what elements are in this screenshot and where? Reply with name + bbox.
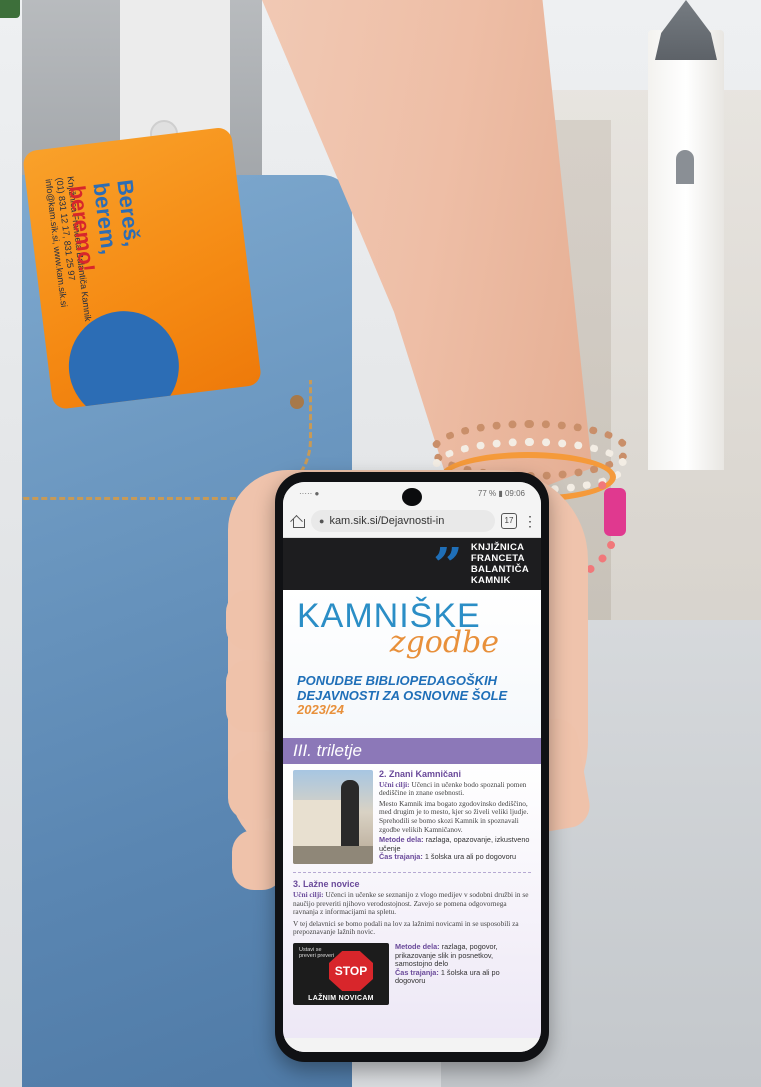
signal-indicator: ····· ● xyxy=(299,488,320,498)
activity-item-fake-news: 3. Lažne novice Učni cilji: Učenci in uč… xyxy=(293,879,531,1005)
section-heading: III. triletje xyxy=(283,738,541,764)
stop-fake-news-photo: Ustavi se preveri preveri STOP LAŽNIM NO… xyxy=(293,942,389,1005)
browser-toolbar: ● kam.sik.si/Dejavnosti-in 17 ⋮ xyxy=(283,504,541,538)
hero-script-title: zgodbe xyxy=(389,625,499,660)
activity-methods: Metode dela: razlaga, opazovanje, izkust… xyxy=(379,835,531,853)
photo-top-text: Ustavi se preveri preveri xyxy=(299,946,335,960)
activity-methods: Metode dela: razlaga, pogovor, prikazova… xyxy=(395,942,531,969)
front-camera xyxy=(402,488,422,506)
activity-duration: Čas trajanja: 1 šolska ura ali po dogovo… xyxy=(395,968,531,986)
library-name-line3: BALANTIČA xyxy=(470,564,529,575)
church-tower-window xyxy=(676,150,694,184)
library-card: Knjižnica Franceta Balantiča Kamnik (01)… xyxy=(22,126,263,411)
phone-screen: ····· ● 77 % ▮ 09:06 ● kam.sik.si/Dejavn… xyxy=(283,482,541,1052)
jeans-rivet xyxy=(290,395,304,409)
photo-ground xyxy=(293,846,373,864)
library-name-line1: KNJIŽNICA xyxy=(470,542,525,553)
activity-goals: Učni cilji: Učenci in učenke bodo spozna… xyxy=(379,780,531,798)
duration-text: 1 šolska ura ali po dogovoru xyxy=(424,852,517,862)
church-tower xyxy=(648,30,724,470)
kamnik-statue-photo xyxy=(293,770,373,864)
smartphone: ····· ● 77 % ▮ 09:06 ● kam.sik.si/Dejavn… xyxy=(275,472,549,1062)
activity-meta: Metode dela: razlaga, pogovor, prikazova… xyxy=(395,942,531,1005)
content-area[interactable]: 2. Znani Kamničani Učni cilji: Učenci in… xyxy=(283,764,541,1052)
church-tower-roof xyxy=(655,0,717,60)
hero-year: 2023/24 xyxy=(297,702,344,717)
activity-description: V tej delavnici se bomo podali na lov za… xyxy=(293,918,519,937)
activity-description: Mesto Kamnik ima bogato zgodovinsko dedi… xyxy=(379,798,529,834)
library-name: KNJIŽNICA FRANCETA BALANTIČA KAMNIK xyxy=(471,542,529,586)
photo-building xyxy=(293,800,343,850)
finger-2 xyxy=(226,660,282,732)
duration-label: Čas trajanja: xyxy=(379,852,423,862)
activity-media-row: Ustavi se preveri preveri STOP LAŽNIM NO… xyxy=(293,942,531,1005)
browser-menu-icon[interactable]: ⋮ xyxy=(523,514,537,528)
url-text: kam.sik.si/Dejavnosti-in xyxy=(329,514,445,527)
library-name-line2: FRANCETA xyxy=(470,553,525,564)
lock-icon: ● xyxy=(319,515,325,526)
stop-sign-icon: STOP xyxy=(329,950,373,991)
library-name-line4: KAMNIK xyxy=(470,575,511,586)
photo-statue xyxy=(341,780,359,855)
activity-item: 2. Znani Kamničani Učni cilji: Učenci in… xyxy=(293,770,531,864)
battery-time: 77 % ▮ 09:06 xyxy=(477,488,525,498)
activity-title: 2. Znani Kamničani xyxy=(379,769,462,779)
bracelet-pink-tassel xyxy=(604,488,626,536)
tabs-button[interactable]: 17 xyxy=(501,512,517,529)
activity-title: 3. Lažne novice xyxy=(293,879,360,889)
hero-subtitle: PONUDBE BIBLIOPEDAGOŠKIH DEJAVNOSTI ZA O… xyxy=(297,673,532,718)
corner-badge xyxy=(0,0,20,18)
library-logo-icon[interactable]: ” xyxy=(433,547,463,581)
activity-details: 2. Znani Kamničani Učni cilji: Učenci in… xyxy=(379,770,531,864)
address-bar[interactable]: ● kam.sik.si/Dejavnosti-in xyxy=(311,509,495,532)
finger-3 xyxy=(228,750,282,820)
goals-text: Učenci in učenke se seznanijo z vlogo me… xyxy=(293,890,529,917)
site-header: ” KNJIŽNICA FRANCETA BALANTIČA KAMNIK xyxy=(283,538,541,590)
home-icon[interactable] xyxy=(291,514,305,528)
hero-subtitle-text: PONUDBE BIBLIOPEDAGOŠKIH DEJAVNOSTI ZA O… xyxy=(297,673,508,703)
hero-banner: KAMNIŠKE zgodbe PONUDBE BIBLIOPEDAGOŠKIH… xyxy=(283,590,541,738)
activity-duration: Čas trajanja: 1 šolska ura ali po dogovo… xyxy=(379,853,531,862)
item-divider xyxy=(293,872,531,873)
photo-caption: LAŽNIM NOVICAM xyxy=(308,994,374,1002)
activity-goals: Učni cilji: Učenci in učenke se seznanij… xyxy=(293,890,531,917)
system-nav-bar xyxy=(283,1038,541,1052)
